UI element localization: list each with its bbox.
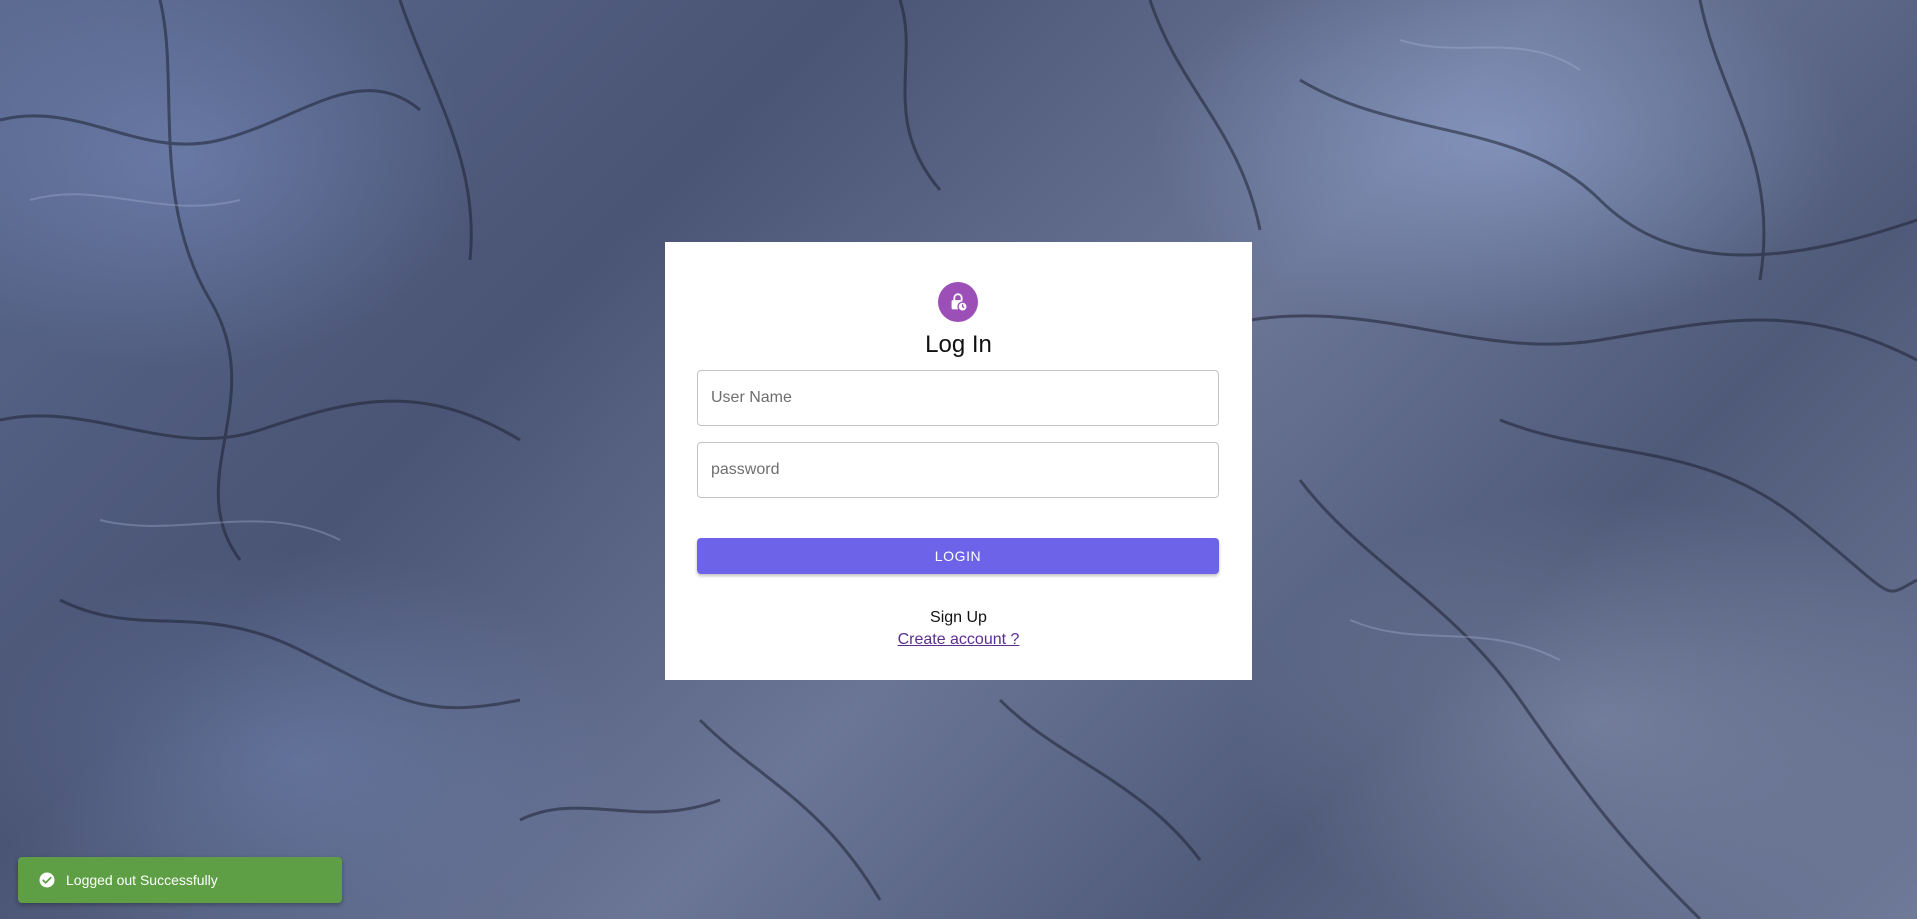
check-circle-icon [38, 871, 56, 889]
lock-clock-icon [938, 282, 978, 322]
page-title: Log In [925, 331, 992, 358]
password-input[interactable] [697, 442, 1219, 498]
signup-label: Sign Up [930, 609, 987, 626]
login-button[interactable]: LOGIN [697, 538, 1219, 574]
success-toast: Logged out Successfully [18, 857, 342, 903]
create-account-row: Create account ? [665, 630, 1252, 650]
login-card: Log In LOGIN Sign Up Create account ? [665, 242, 1252, 680]
username-input[interactable] [697, 370, 1219, 426]
toast-message: Logged out Successfully [66, 872, 218, 888]
lock-clock-glyph [951, 293, 968, 312]
create-account-link[interactable]: Create account ? [898, 631, 1020, 648]
